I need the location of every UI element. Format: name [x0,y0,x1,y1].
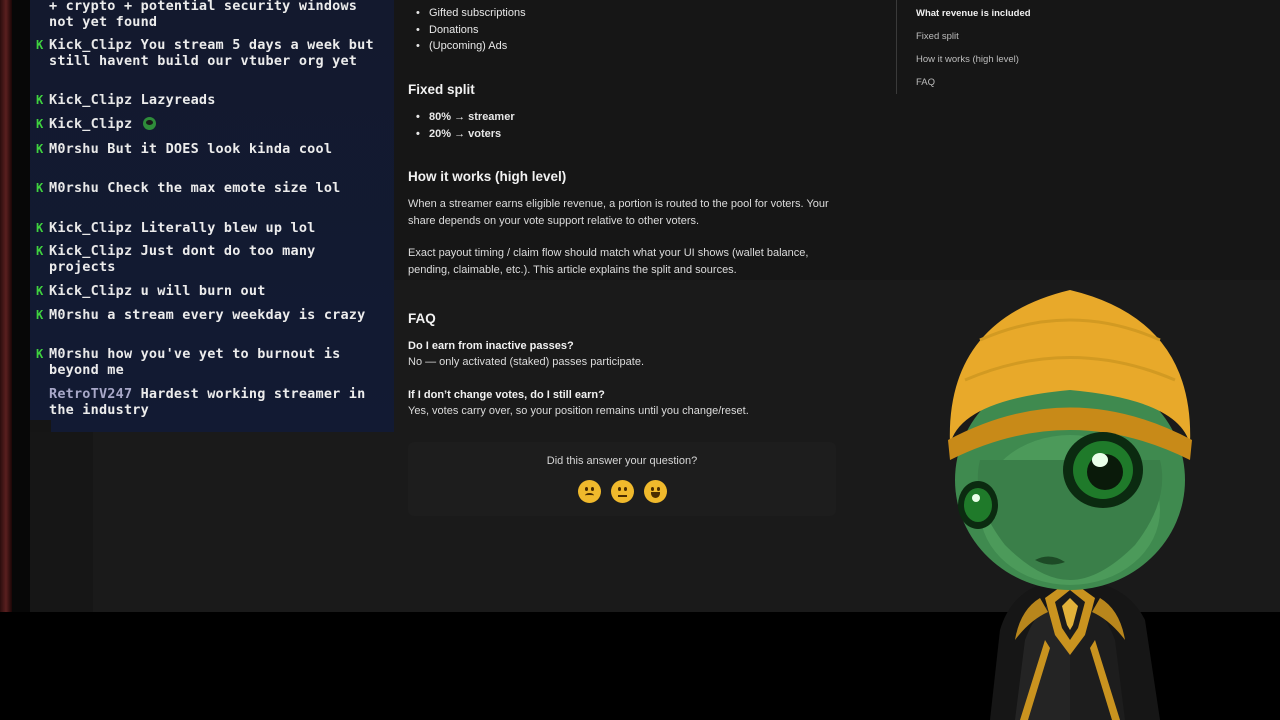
list-item: (Upcoming) Ads [408,38,838,55]
chat-username[interactable]: M0rshu [49,346,99,362]
chat-text: + crypto + potential security windows no… [49,0,358,30]
chat-username[interactable]: Kick_Clipz [49,243,132,259]
chat-message: K Kick_Clipz Lazyreads [36,92,381,108]
section-heading-fixed-split: Fixed split [408,82,475,97]
kick-badge-icon: K [36,38,44,52]
split-list: 80% → streamer 20% → voters [408,109,838,142]
chat-text: Literally blew up lol [140,220,316,236]
revenue-sources-list: Gifted subscriptions Donations (Upcoming… [408,5,838,55]
chat-message: K Kick_Clipz You stream 5 days a week bu… [36,37,381,69]
disappointed-face-icon[interactable] [577,480,601,503]
chat-message: K Kick_Clipz u will burn out [36,283,381,299]
feedback-widget: Did this answer your question? [408,442,836,516]
vtuber-avatar [948,290,1192,720]
toc-item-faq[interactable]: FAQ [916,77,935,88]
list-item: 20% → voters [408,126,838,143]
chat-username[interactable]: Kick_Clipz [49,92,132,108]
section-heading-faq: FAQ [408,311,436,326]
chat-text: u will burn out [140,283,266,299]
chat-message: K Kick_Clipz Just dont do too many proje… [36,243,381,275]
chat-username[interactable]: Kick_Clipz [49,283,132,299]
chat-message: K M0rshu how you've yet to burnout is be… [36,346,381,378]
faq-answer: Yes, votes carry over, so your position … [408,405,749,417]
kick-badge-icon: K [36,221,44,235]
chat-message: K M0rshu a stream every weekday is crazy [36,307,381,323]
chat-username[interactable]: Kick_Clipz [49,220,132,236]
list-item: Donations [408,22,838,39]
chat-username[interactable]: M0rshu [49,307,99,323]
kick-badge-icon: K [36,142,44,156]
kick-badge-icon: K [36,93,44,107]
faq-question: Do I earn from inactive passes? [408,340,574,352]
chat-message: K M0rshu But it DOES look kinda cool [36,141,381,157]
stream-chat-overlay: + crypto + potential security windows no… [30,0,394,432]
paragraph: Exact payout timing / claim flow should … [408,247,809,276]
toc-item-revenue-included[interactable]: What revenue is included [916,8,1031,19]
chat-username[interactable]: Kick_Clipz [49,116,132,132]
chat-message: K M0rshu Check the max emote size lol [36,180,381,196]
kick-badge-icon: K [36,244,44,258]
neutral-face-icon[interactable] [610,480,634,503]
chat-username[interactable]: RetroTV247 [49,386,132,402]
list-item: 80% → streamer [408,109,838,126]
chat-message: K Kick_Clipz [36,116,381,132]
smiley-face-icon[interactable] [643,480,667,503]
faq-answer: No — only activated (staked) passes part… [408,356,645,368]
chat-text: But it DOES look kinda cool [107,141,333,157]
chat-username[interactable]: M0rshu [49,141,99,157]
chat-username[interactable]: M0rshu [49,180,99,196]
kick-badge-icon: K [36,308,44,322]
toc-item-fixed-split[interactable]: Fixed split [916,31,959,42]
toc-item-how-it-works[interactable]: How it works (high level) [916,54,1019,65]
list-item: Gifted subscriptions [408,5,838,22]
feedback-reactions [408,480,836,503]
chat-message: RetroTV247 Hardest working streamer in t… [36,386,381,418]
kick-badge-icon: K [36,347,44,361]
chat-message: K Kick_Clipz Literally blew up lol [36,220,381,236]
chat-text: Check the max emote size lol [107,180,341,196]
paragraph: When a streamer earns eligible revenue, … [408,198,829,227]
faq-question: If I don’t change votes, do I still earn… [408,389,605,401]
chat-username[interactable]: Kick_Clipz [49,37,132,53]
chat-message: + crypto + potential security windows no… [36,0,381,30]
chat-corner [30,420,51,432]
chat-text: Lazyreads [140,92,216,108]
kick-badge-icon: K [36,117,44,131]
table-of-contents: What revenue is included Fixed split How… [896,0,1031,94]
chat-text: a stream every weekday is crazy [107,307,366,323]
section-heading-how-it-works: How it works (high level) [408,169,567,184]
kick-badge-icon: K [36,284,44,298]
kick-badge-icon: K [36,181,44,195]
frog-emote-icon [142,117,156,130]
feedback-question: Did this answer your question? [546,455,698,467]
